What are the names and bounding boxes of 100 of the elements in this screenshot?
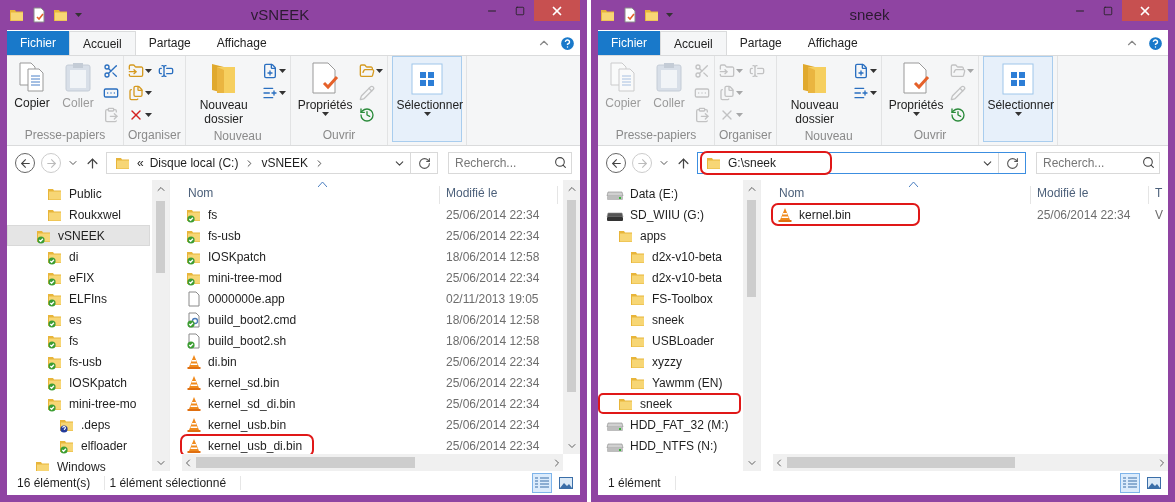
tree-item[interactable]: eFIX	[7, 267, 150, 288]
file-name[interactable]: 0000000e.app	[182, 289, 293, 308]
file-name[interactable]: di.bin	[182, 352, 245, 371]
file-name[interactable]: kernel_sd_di.bin	[182, 394, 304, 413]
scroll-thumb[interactable]	[747, 199, 756, 298]
scrollbar[interactable]	[743, 180, 760, 471]
ribbon-small-button[interactable]	[261, 61, 286, 81]
list-plus-icon	[261, 85, 278, 101]
address-bar[interactable]: « Disque local (C:) vSNEEK	[106, 152, 438, 174]
open-folder-icon	[359, 63, 376, 79]
breadcrumb-overflow[interactable]: «	[137, 156, 144, 170]
clipboard-icon	[64, 61, 92, 93]
tree-item[interactable]: d2x-v10-beta	[598, 267, 741, 288]
ribbon-button[interactable]: Sélectionner	[983, 56, 1054, 142]
scroll-thumb[interactable]	[787, 457, 1015, 468]
horizontal-scrollbar[interactable]	[773, 454, 1168, 471]
picture-icon	[559, 477, 573, 489]
close-button[interactable]	[1122, 0, 1168, 21]
ribbon-button[interactable]: Nouveau dossier	[780, 59, 849, 128]
date-cell-text: 25/06/2014 22:34	[445, 438, 541, 453]
file-name[interactable]: kernel_sd.bin	[182, 373, 288, 392]
ribbon-small-button[interactable]	[852, 61, 877, 81]
scroll-thumb[interactable]	[196, 457, 415, 468]
column-header[interactable]: Nom	[182, 186, 440, 204]
scroll-thumb[interactable]	[156, 201, 165, 274]
clipboard-arrow-icon	[694, 107, 710, 123]
tree-item[interactable]: xyzzy	[598, 351, 741, 372]
ribbon-small-button[interactable]	[128, 83, 152, 103]
window-title: sneek	[848, 5, 891, 25]
scrollbar[interactable]	[563, 180, 580, 454]
tree-item[interactable]: Roukxwel	[7, 204, 150, 225]
column-header[interactable]: Modifié le	[1031, 186, 1149, 204]
help-icon[interactable]	[559, 34, 576, 52]
ribbon-tab[interactable]: Partage	[726, 31, 795, 55]
tree-item[interactable]: sneek	[598, 393, 741, 414]
scrollbar[interactable]	[152, 180, 169, 471]
tree-item[interactable]: Public	[7, 183, 150, 204]
close-button[interactable]	[534, 0, 580, 21]
tree-item[interactable]: fs	[7, 330, 150, 351]
tree-item[interactable]: HDD_FAT_32 (M:)	[598, 414, 741, 435]
column-header[interactable]: T	[1149, 186, 1168, 204]
file-name[interactable]: build_boot2.cmd	[182, 310, 305, 329]
address-text: G:\sneek	[728, 156, 777, 170]
file-name[interactable]: build_boot2.sh	[182, 331, 295, 350]
file-name[interactable]: fs-usb	[182, 226, 249, 245]
horizontal-scrollbar[interactable]	[182, 454, 563, 471]
ribbon-tab[interactable]: Accueil	[660, 31, 727, 55]
forward-arrow-icon	[635, 156, 649, 170]
column-header[interactable]: Modifié le	[440, 186, 558, 204]
tree-item[interactable]: apps	[598, 225, 741, 246]
ribbon-button[interactable]: Propriétés	[885, 59, 947, 127]
file-menu-tab[interactable]: Fichier	[7, 31, 69, 55]
ribbon-tab[interactable]: Partage	[135, 31, 204, 55]
file-name[interactable]: kernel.bin	[773, 205, 918, 224]
tree-item[interactable]: di	[7, 246, 150, 267]
tree-item[interactable]: vSNEEK	[7, 225, 150, 246]
help-icon[interactable]	[1147, 34, 1164, 52]
ribbon-small-button[interactable]	[103, 61, 119, 81]
tree-item[interactable]: Windows	[7, 456, 150, 471]
breadcrumb-segment[interactable]: Disque local (C:)	[149, 156, 239, 170]
file-name[interactable]: mini-tree-mod	[182, 268, 290, 287]
tree-item[interactable]: ELFIns	[7, 288, 150, 309]
address-bar[interactable]: G:\sneek	[697, 152, 1026, 174]
pencil-icon	[359, 85, 376, 101]
breadcrumb-segment[interactable]: vSNEEK	[261, 156, 309, 170]
tree-item[interactable]: FS-Toolbox	[598, 288, 741, 309]
ribbon-tab[interactable]: Accueil	[69, 31, 136, 55]
search-field[interactable]: Recherch...	[448, 152, 572, 174]
tree-item[interactable]: HDD_NTFS (N:)	[598, 435, 741, 456]
tree-item[interactable]: SD_WIIU (G:)	[598, 204, 741, 225]
tree-item[interactable]: d2x-v10-beta	[598, 246, 741, 267]
ribbon-button[interactable]: Nouveau dossier	[189, 59, 258, 128]
file-name[interactable]: fs	[182, 205, 226, 224]
column-header[interactable]: Nom	[773, 186, 1031, 204]
scroll-thumb[interactable]	[567, 199, 576, 392]
file-name[interactable]: kernel_usb_di.bin	[182, 436, 312, 454]
file-name[interactable]: IOSKpatch	[182, 247, 275, 266]
tree-item[interactable]: fs-usb	[7, 351, 150, 372]
date-cell-text: 25/06/2014 22:34	[445, 228, 541, 243]
tree-item[interactable]: Data (E:)	[598, 183, 741, 204]
caret-icon	[423, 112, 431, 116]
list-plus-icon	[852, 85, 869, 101]
ribbon-button[interactable]: Copier	[11, 59, 53, 127]
folder-icon	[9, 7, 25, 23]
tree-item[interactable]: IOSKpatch	[7, 372, 150, 393]
ribbon-tab[interactable]: Affichage	[203, 31, 280, 55]
tree-item[interactable]: mini-tree-mo	[7, 393, 150, 414]
tree-item[interactable]: .deps	[7, 414, 150, 435]
ribbon-tab[interactable]: Affichage	[794, 31, 871, 55]
tree-item[interactable]: es	[7, 309, 150, 330]
ribbon-button[interactable]: Propriétés	[294, 59, 356, 127]
search-field[interactable]: Recherch...	[1036, 152, 1160, 174]
tree-item[interactable]: elfloader	[7, 435, 150, 456]
tree-item[interactable]: sneek	[598, 309, 741, 330]
file-menu-tab[interactable]: Fichier	[598, 31, 660, 55]
file-name[interactable]: kernel_usb.bin	[182, 415, 295, 434]
tree-item[interactable]: USBLoader	[598, 330, 741, 351]
tree-item[interactable]: Yawmm (EN)	[598, 372, 741, 393]
caret-icon	[75, 13, 82, 17]
ribbon-button[interactable]: Sélectionner	[392, 56, 463, 142]
